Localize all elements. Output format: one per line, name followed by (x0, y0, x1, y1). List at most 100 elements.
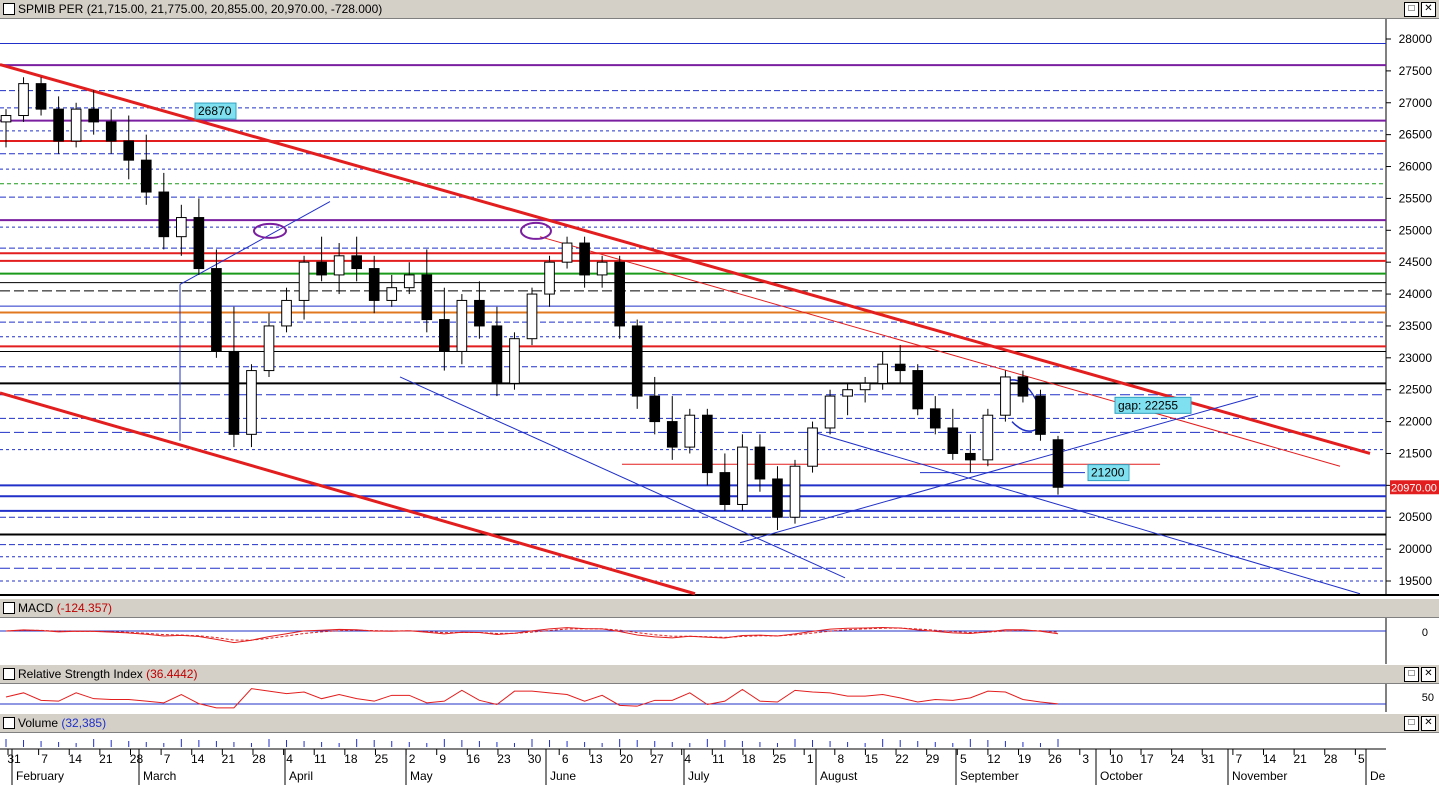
date-tick-label: 4 (286, 752, 293, 766)
price-tick-label: 28000 (1399, 32, 1433, 46)
volume-close-icon[interactable]: ✕ (1421, 716, 1436, 731)
volume-checkbox[interactable] (3, 717, 15, 729)
date-tick-label: 9 (439, 752, 446, 766)
date-tick-label: 5 (1358, 752, 1365, 766)
date-tick-label: 18 (344, 752, 358, 766)
candle-body (53, 108, 64, 142)
date-tick-label: 28 (1324, 752, 1338, 766)
candle-body (281, 299, 292, 327)
rsi-50-tick: 50 (1422, 692, 1434, 704)
candle-body (176, 217, 187, 238)
volume-title: Volume (18, 716, 59, 730)
date-tick-label: 31 (7, 752, 21, 766)
date-tick-label: 10 (1110, 752, 1124, 766)
candle-body (421, 274, 433, 321)
date-tick-label: 20 (620, 752, 634, 766)
candle-body (877, 363, 888, 384)
price-chart[interactable]: 28000 27500 27000 26500 26000 25500 25000 24500… (0, 19, 1439, 596)
pane-checkbox[interactable] (3, 3, 15, 15)
price-tick-label: 19500 (1399, 574, 1433, 588)
candle-body (456, 299, 468, 352)
candle-body (439, 319, 450, 352)
macd-chart[interactable]: 0 (0, 618, 1439, 664)
date-tick-label: 27 (650, 752, 664, 766)
date-tick-label: 29 (926, 752, 940, 766)
date-tick-label: 25 (773, 752, 787, 766)
candle-body (386, 287, 398, 301)
candle-body (684, 414, 696, 448)
candle-body (263, 325, 275, 372)
candle-body (246, 370, 257, 435)
candle-body (88, 108, 99, 123)
rsi-chart[interactable]: 50 (0, 684, 1439, 712)
month-label: November (1232, 769, 1287, 783)
date-tick-label: 6 (562, 752, 569, 766)
price-tick-label: 24500 (1399, 255, 1433, 269)
rsi-title: Relative Strength Index (18, 667, 143, 681)
macd-value: (-124.357) (56, 601, 113, 615)
candle-body (614, 261, 625, 327)
price-tick-label: 23500 (1399, 319, 1433, 333)
month-label: April (289, 769, 313, 783)
date-tick-label: 7 (1236, 752, 1243, 766)
price-tick-label: 22000 (1399, 415, 1433, 429)
minimize-icon[interactable]: □ (1404, 2, 1419, 17)
macd-zero-tick: 0 (1422, 627, 1428, 639)
date-tick-label: 28 (130, 752, 144, 766)
price-tick-label: 23000 (1399, 351, 1433, 365)
candle-body (719, 472, 731, 505)
date-tick-label: 15 (865, 752, 879, 766)
date-tick-label: 22 (895, 752, 909, 766)
price-tick-label: 22500 (1399, 383, 1433, 397)
candle-body (912, 370, 924, 410)
date-tick-label: 21 (1293, 752, 1307, 766)
volume-pane-titlebar: Volume (32,385) □ ✕ (0, 714, 1439, 733)
date-tick-label: 14 (69, 752, 83, 766)
candle-body (1052, 439, 1064, 488)
rsi-minimize-icon[interactable]: □ (1404, 667, 1419, 682)
rsi-checkbox[interactable] (3, 668, 15, 680)
macd-checkbox[interactable] (3, 602, 15, 614)
date-tick-label: 30 (528, 752, 542, 766)
date-axis: 31 7 14 21 28 7 14 21 28 4 11 18 25 2 9 16 23 30 6 13 20 27 4 1… (0, 733, 1439, 785)
candle-body (526, 293, 538, 340)
price-tick-label: 27500 (1399, 64, 1433, 78)
date-tick-label: 21 (99, 752, 113, 766)
date-tick-label: 25 (375, 752, 389, 766)
candle-body (1017, 376, 1029, 397)
candle-body (105, 121, 117, 142)
candle-body (491, 325, 503, 384)
date-tick-label: 21 (222, 752, 236, 766)
candle-body (789, 465, 801, 518)
month-label: June (550, 769, 576, 783)
candle-body (894, 363, 906, 372)
candle-body (666, 421, 678, 448)
date-tick-label: 3 (1082, 752, 1089, 766)
candle-body (316, 261, 327, 276)
candle-body (754, 446, 766, 480)
candle-body (982, 414, 994, 461)
candle-body (579, 242, 590, 276)
candle-body (772, 478, 783, 518)
date-tick-label: 11 (712, 752, 725, 766)
price-tick-label: 25500 (1399, 191, 1433, 205)
candle-body (228, 350, 240, 435)
candle-body (18, 83, 29, 117)
macd-pane-titlebar: MACD (-124.357) (0, 599, 1439, 618)
date-tick-label: 14 (1263, 752, 1277, 766)
price-tick-label: 26500 (1399, 128, 1433, 142)
rsi-close-icon[interactable]: ✕ (1421, 667, 1436, 682)
date-tick-label: 16 (467, 752, 481, 766)
main-pane-title: SPMIB PER (21,715.00, 21,775.00, 20,855.… (18, 2, 382, 16)
date-tick-label: 24 (1171, 752, 1185, 766)
month-label: February (16, 769, 64, 783)
candle-body (333, 255, 345, 276)
close-icon[interactable]: ✕ (1421, 2, 1436, 17)
candle-body (403, 274, 415, 289)
volume-minimize-icon[interactable]: □ (1404, 716, 1419, 731)
candle-body (140, 159, 152, 193)
price-tick-label: 26000 (1399, 160, 1433, 174)
candle-body (561, 242, 573, 263)
date-tick-label: 28 (252, 752, 266, 766)
date-tick-label: 26 (1048, 752, 1062, 766)
